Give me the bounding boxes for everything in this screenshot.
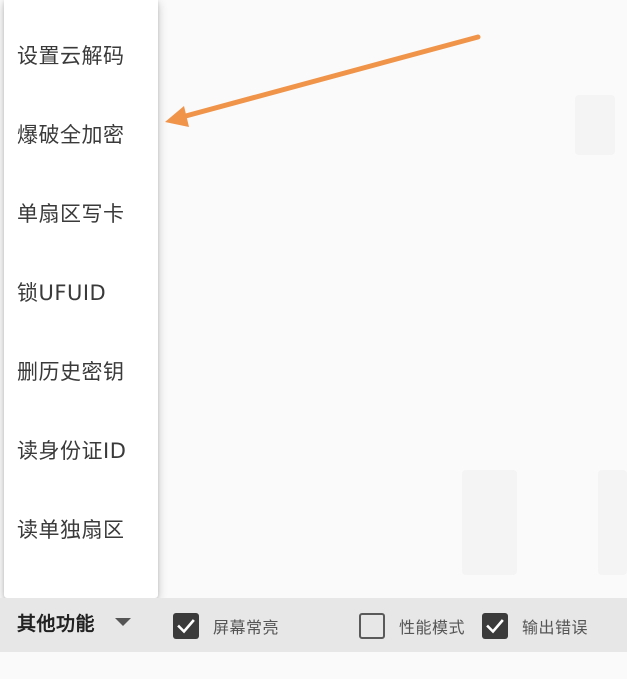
other-functions-spinner[interactable]: 其他功能	[17, 608, 132, 636]
app-screen: 设置云解码 爆破全加密 单扇区写卡 锁UFUID 删历史密钥 读身份证ID 读单…	[0, 0, 627, 679]
menu-item-label: 锁UFUID	[17, 280, 107, 305]
bottom-options-bar: 其他功能 屏幕常亮 性能模式 输出错误	[0, 598, 627, 652]
menu-item-label: 删历史密钥	[17, 359, 125, 384]
checkbox-checked-icon	[482, 613, 508, 639]
background-ghost-block	[575, 95, 615, 155]
menu-item-label: 单扇区写卡	[17, 201, 125, 226]
output-errors-checkbox[interactable]: 输出错误	[482, 611, 588, 641]
menu-item-set-cloud-decode[interactable]: 设置云解码	[4, 15, 158, 94]
screen-on-checkbox[interactable]: 屏幕常亮	[173, 611, 279, 641]
menu-item-lock-ufuid[interactable]: 锁UFUID	[4, 252, 158, 331]
caret-down-icon	[115, 618, 132, 626]
checkbox-label: 屏幕常亮	[213, 618, 280, 637]
menu-item-single-sector-write[interactable]: 单扇区写卡	[4, 173, 158, 252]
checkbox-label: 性能模式	[399, 618, 466, 637]
background-ghost-block	[462, 470, 517, 575]
menu-item-read-single-sector[interactable]: 读单独扇区	[4, 489, 158, 568]
checkbox-unchecked-icon	[359, 613, 385, 639]
menu-item-label: 爆破全加密	[17, 122, 125, 147]
menu-item-brute-full-encrypt[interactable]: 爆破全加密	[4, 94, 158, 173]
checkbox-label: 输出错误	[522, 618, 589, 637]
menu-item-label: 设置云解码	[17, 43, 125, 68]
checkbox-checked-icon	[173, 613, 199, 639]
menu-item-delete-key-history[interactable]: 删历史密钥	[4, 331, 158, 410]
background-ghost-block	[598, 470, 627, 575]
menu-item-label: 读身份证ID	[17, 438, 127, 463]
performance-mode-checkbox[interactable]: 性能模式	[359, 611, 465, 641]
menu-item-read-id-card[interactable]: 读身份证ID	[4, 410, 158, 489]
spinner-label: 其他功能	[17, 612, 96, 635]
menu-item-label: 读单独扇区	[17, 517, 125, 542]
footer-area	[0, 652, 627, 679]
dropdown-menu: 设置云解码 爆破全加密 单扇区写卡 锁UFUID 删历史密钥 读身份证ID 读单…	[4, 0, 158, 598]
